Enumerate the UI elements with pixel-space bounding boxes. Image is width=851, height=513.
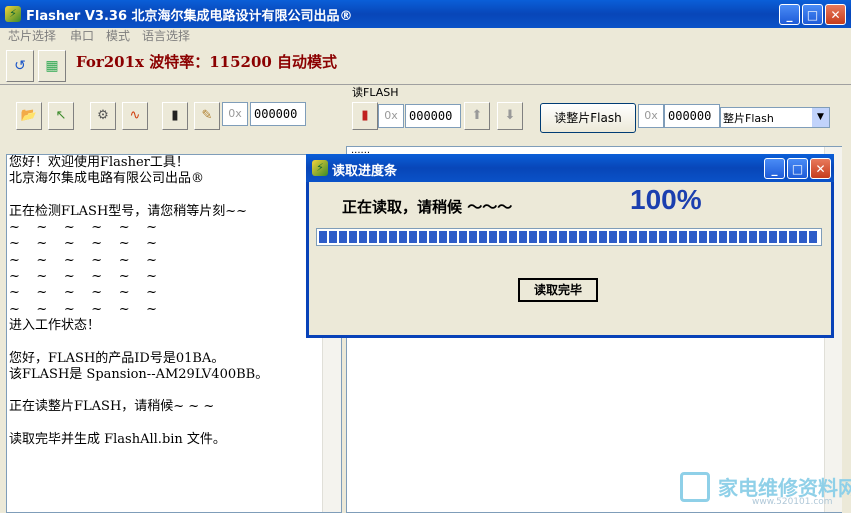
log-line: 正在读整片FLASH，请稍候~ ~ ~: [9, 399, 215, 415]
left-address-input[interactable]: 000000: [250, 102, 306, 126]
read-hex-prefix: 0x: [378, 104, 404, 128]
menu-language[interactable]: 语言选择: [142, 28, 190, 44]
left-hex-prefix: 0x: [222, 102, 248, 126]
app-icon: ⚡: [5, 6, 21, 22]
maximize-button[interactable]: □: [802, 4, 823, 25]
read-flash-group-label: 读FLASH: [352, 86, 399, 99]
read-done-button[interactable]: 读取完毕: [518, 278, 598, 302]
chevron-down-icon: ▼: [812, 108, 829, 127]
read-end-address-input[interactable]: 000000: [664, 104, 720, 128]
chip-button[interactable]: ▦: [38, 50, 66, 82]
read-start-address-input[interactable]: 000000: [405, 104, 461, 128]
log-line: ~ ~ ~ ~ ~ ~: [9, 285, 158, 301]
wave-button[interactable]: ∿: [122, 102, 148, 130]
chip-tool-button[interactable]: ▮: [162, 102, 188, 130]
watermark-logo: [680, 472, 710, 502]
log-line: 读取完毕并生成 FlashAll.bin 文件。: [9, 432, 226, 448]
flash-range-select[interactable]: 整片Flash ▼: [720, 107, 830, 128]
log-line: 正在检测FLASH型号，请您稍等片刻~~: [9, 203, 248, 219]
watermark-url: www.520101.com: [752, 497, 833, 507]
chip-small-icon: ▮: [171, 108, 179, 123]
cursor-icon: ↖: [55, 108, 67, 123]
refresh-button[interactable]: ↺: [6, 50, 34, 82]
dialog-app-icon: ⚡: [312, 160, 328, 176]
arrow-up-icon: ⬆: [471, 108, 483, 123]
log-line: ~ ~ ~ ~ ~ ~: [9, 269, 158, 285]
open-file-button[interactable]: 📂: [16, 102, 42, 130]
log-line: ~ ~ ~ ~ ~ ~: [9, 220, 158, 236]
refresh-icon: ↺: [14, 58, 26, 74]
down-button[interactable]: ⬇: [497, 102, 523, 130]
book-icon: ▮: [361, 108, 369, 123]
log-line: ~ ~ ~ ~ ~ ~: [9, 252, 158, 268]
minimize-button[interactable]: _: [779, 4, 800, 25]
progress-percent: 100%: [630, 184, 702, 215]
read-book-button[interactable]: ▮: [352, 102, 378, 130]
menu-mode[interactable]: 模式: [106, 28, 130, 44]
gears-icon: ⚙: [97, 108, 109, 123]
brush-icon: ✎: [201, 108, 213, 123]
dialog-minimize-button[interactable]: _: [764, 158, 785, 179]
arrow-down-icon: ⬇: [504, 108, 516, 123]
settings-button[interactable]: ⚙: [90, 102, 116, 130]
flash-range-value: 整片Flash: [723, 112, 774, 125]
menu-chip-select[interactable]: 芯片选择: [8, 28, 56, 44]
log-line: ~ ~ ~ ~ ~ ~: [9, 236, 158, 252]
dialog-status-text: 正在读取，请稍候 ～～～: [342, 198, 513, 216]
dialog-close-button[interactable]: ✕: [810, 158, 831, 179]
log-line: 进入工作状态！: [9, 317, 101, 333]
divider: [0, 84, 851, 85]
menu-bar: 芯片选择 串口 模式 语言选择: [0, 28, 851, 44]
read-whole-flash-button[interactable]: 读整片Flash: [540, 103, 636, 133]
progress-bar: [316, 228, 822, 246]
up-button[interactable]: ⬆: [464, 102, 490, 130]
wave-icon: ∿: [129, 108, 141, 123]
folder-icon: 📂: [20, 108, 38, 123]
chip-icon: ▦: [45, 58, 59, 74]
read-hex-prefix-2: 0x: [638, 104, 664, 128]
close-button[interactable]: ✕: [825, 4, 846, 25]
mode-status: For201x 波特率：115200 自动模式: [76, 53, 338, 71]
erase-button[interactable]: ✎: [194, 102, 220, 130]
log-line: 北京海尔集成电路有限公司出品®: [9, 171, 205, 187]
log-line: 您好！欢迎使用Flasher工具！: [9, 155, 189, 170]
progress-bar-fill: [319, 231, 819, 243]
select-button[interactable]: ↖: [48, 102, 74, 130]
log-output: 您好！欢迎使用Flasher工具！ 北京海尔集成电路有限公司出品® 正在检测FLAS…: [6, 154, 342, 513]
log-line: 该FLASH是 Spansion--AM29LV400BB。: [9, 366, 269, 382]
window-title: Flasher V3.36 北京海尔集成电路设计有限公司出品®: [26, 9, 353, 24]
log-line: ~ ~ ~ ~ ~ ~: [9, 301, 158, 317]
dialog-maximize-button[interactable]: □: [787, 158, 808, 179]
log-line: 您好，FLASH的产品ID号是01BA。: [9, 350, 225, 366]
dialog-title: 读取进度条: [332, 164, 398, 179]
menu-serial-port[interactable]: 串口: [70, 28, 94, 44]
